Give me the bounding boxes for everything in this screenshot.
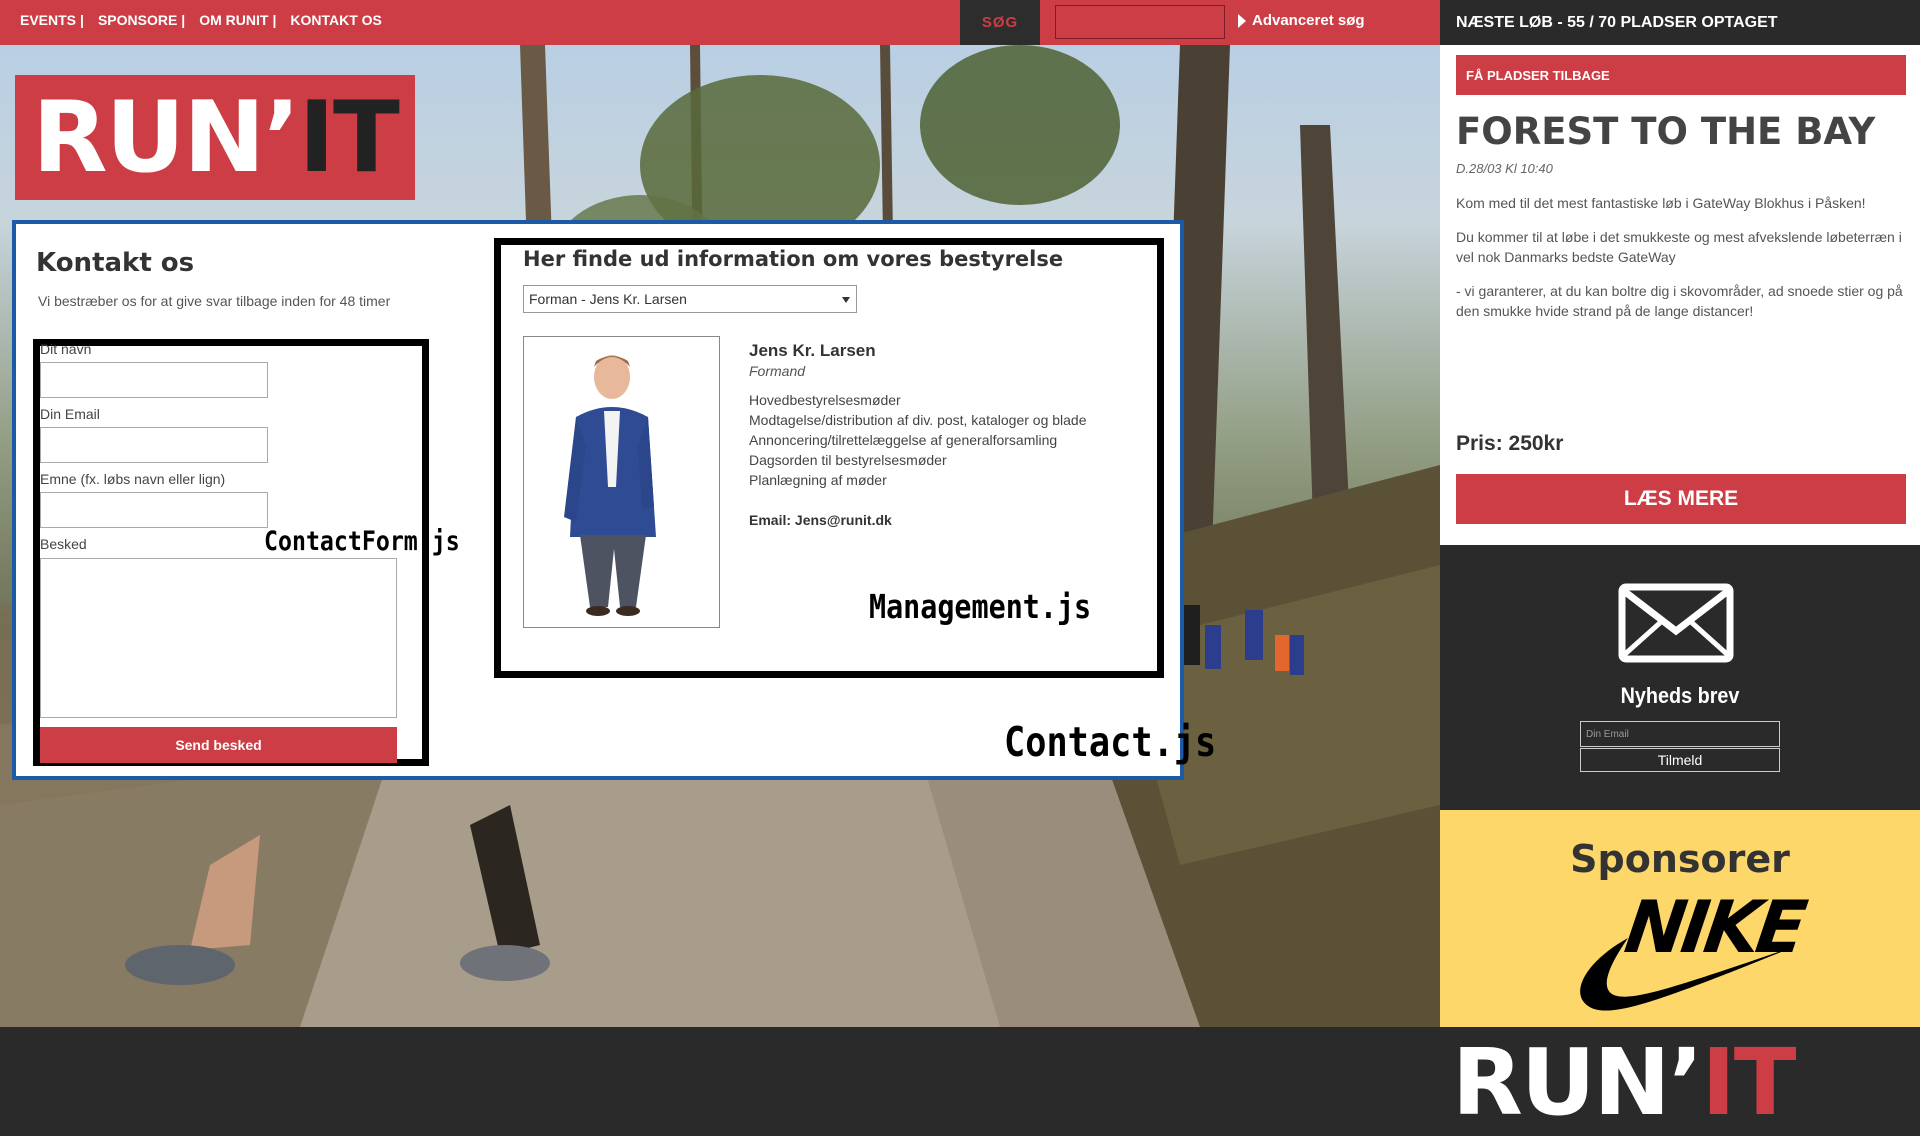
email-label: Din Email — [40, 406, 100, 422]
contact-title: Kontakt os — [36, 248, 195, 278]
message-textarea[interactable] — [40, 558, 397, 718]
event-description: Kom med til det mest fantastiske løb i G… — [1456, 193, 1906, 335]
duty-item: Modtagelse/distribution af div. post, ka… — [749, 412, 1087, 428]
duty-item: Hovedbestyrelsesmøder — [749, 392, 901, 408]
sponsors-title: Sponsorer — [1570, 837, 1790, 881]
nav-separator: | — [272, 12, 277, 28]
event-title: FOREST TO THE BAY — [1456, 110, 1876, 153]
event-paragraph: Kom med til det mest fantastiske løb i G… — [1456, 195, 1866, 211]
top-navigation-bar: EVENTS | SPONSORE | OM RUNIT | KONTAKT O… — [0, 0, 1440, 45]
management-component-tag: Management.js — [869, 587, 1092, 626]
duty-item: Annoncering/tilrettelæggelse af generalf… — [749, 432, 1058, 448]
contact-component-tag: Contact.js — [1004, 718, 1217, 766]
next-race-banner: NÆSTE LØB - 55 / 70 PLADSER OPTAGET — [1440, 0, 1920, 45]
email-input[interactable] — [40, 427, 268, 463]
newsletter-title: Nyheds brev — [1620, 683, 1740, 708]
search-button[interactable]: SØG — [960, 0, 1040, 45]
newsletter-email-input[interactable]: Din Email — [1580, 721, 1780, 747]
next-event-card: FÅ PLADSER TILBAGE FOREST TO THE BAY D.2… — [1440, 45, 1920, 545]
play-triangle-icon — [1238, 13, 1246, 28]
logo-part-it: IT — [298, 80, 399, 195]
contact-form: Dit navn Din Email Emne (fx. løbs navn e… — [33, 339, 460, 766]
contact-form-component-tag: ContactForm.js — [264, 526, 460, 557]
board-member-email: Email: Jens@runit.dk — [749, 512, 892, 528]
board-member-name: Jens Kr. Larsen — [749, 341, 876, 360]
event-date: D.28/03 Kl 10:40 — [1456, 161, 1553, 176]
board-member-selected: Forman - Jens Kr. Larsen — [529, 291, 687, 307]
contact-subtitle: Vi bestræber os for at give svar tilbage… — [38, 293, 391, 309]
event-paragraph: Du kommer til at løbe i det smukkeste og… — [1456, 229, 1902, 265]
board-member-select[interactable]: Forman - Jens Kr. Larsen — [523, 285, 857, 313]
nav-events[interactable]: EVENTS — [20, 12, 76, 28]
chevron-down-icon — [842, 297, 850, 303]
read-more-button[interactable]: LÆS MERE — [1456, 474, 1906, 524]
main-nav: EVENTS | SPONSORE | OM RUNIT | KONTAKT O… — [20, 0, 382, 40]
nav-sponsore[interactable]: SPONSORE — [98, 12, 177, 28]
event-price: Pris: 250kr — [1456, 432, 1564, 455]
footer-logo[interactable]: RUN’IT — [1452, 1037, 1797, 1129]
name-input[interactable] — [40, 362, 268, 398]
footer-logo-it: IT — [1701, 1029, 1797, 1136]
event-paragraph: - vi garanterer, at du kan boltre dig i … — [1456, 283, 1903, 319]
newsletter-section: Nyheds brev Din Email Tilmeld — [1440, 545, 1920, 810]
person-portrait-image — [524, 337, 719, 627]
advanced-search-label: Advanceret søg — [1252, 12, 1365, 29]
newsletter-subscribe-button[interactable]: Tilmeld — [1580, 748, 1780, 772]
envelope-icon — [1618, 583, 1734, 663]
nav-separator: | — [181, 12, 186, 28]
footer: RUN’IT — [0, 1027, 1920, 1136]
management-section: Her finde ud information om vores bestyr… — [494, 238, 1164, 678]
nav-om-runit[interactable]: OM RUNIT — [199, 12, 268, 28]
nav-separator: | — [80, 12, 84, 28]
nike-swoosh-icon — [1580, 938, 1796, 1011]
logo-part-run: RUN’ — [32, 80, 300, 195]
nav-kontakt-os[interactable]: KONTAKT OS — [290, 12, 382, 28]
send-message-button[interactable]: Send besked — [40, 727, 397, 763]
contact-panel: Kontakt os Vi bestræber os for at give s… — [12, 220, 1216, 780]
advanced-search-link[interactable]: Advanceret søg — [1238, 12, 1365, 29]
search-input[interactable] — [1055, 5, 1225, 39]
subject-label: Emne (fx. løbs navn eller lign) — [40, 471, 226, 487]
footer-logo-run: RUN’ — [1452, 1029, 1703, 1136]
board-member-role: Formand — [749, 363, 806, 379]
management-title: Her finde ud information om vores bestyr… — [523, 247, 1064, 271]
runit-logo[interactable]: RUN’IT — [15, 75, 415, 200]
name-label: Dit navn — [40, 341, 92, 357]
board-member-duties: Hovedbestyrelsesmøder Modtagelse/distrib… — [749, 390, 1087, 490]
board-member-photo — [523, 336, 720, 628]
duty-item: Planlægning af møder — [749, 472, 887, 488]
refund-places-button[interactable]: FÅ PLADSER TILBAGE — [1456, 55, 1906, 95]
message-label: Besked — [40, 536, 87, 552]
subject-input[interactable] — [40, 492, 268, 528]
logo-text: RUN’IT — [32, 89, 400, 187]
duty-item: Dagsorden til bestyrelsesmøder — [749, 452, 947, 468]
sponsors-section: Sponsorer NIKE — [1440, 810, 1920, 1027]
